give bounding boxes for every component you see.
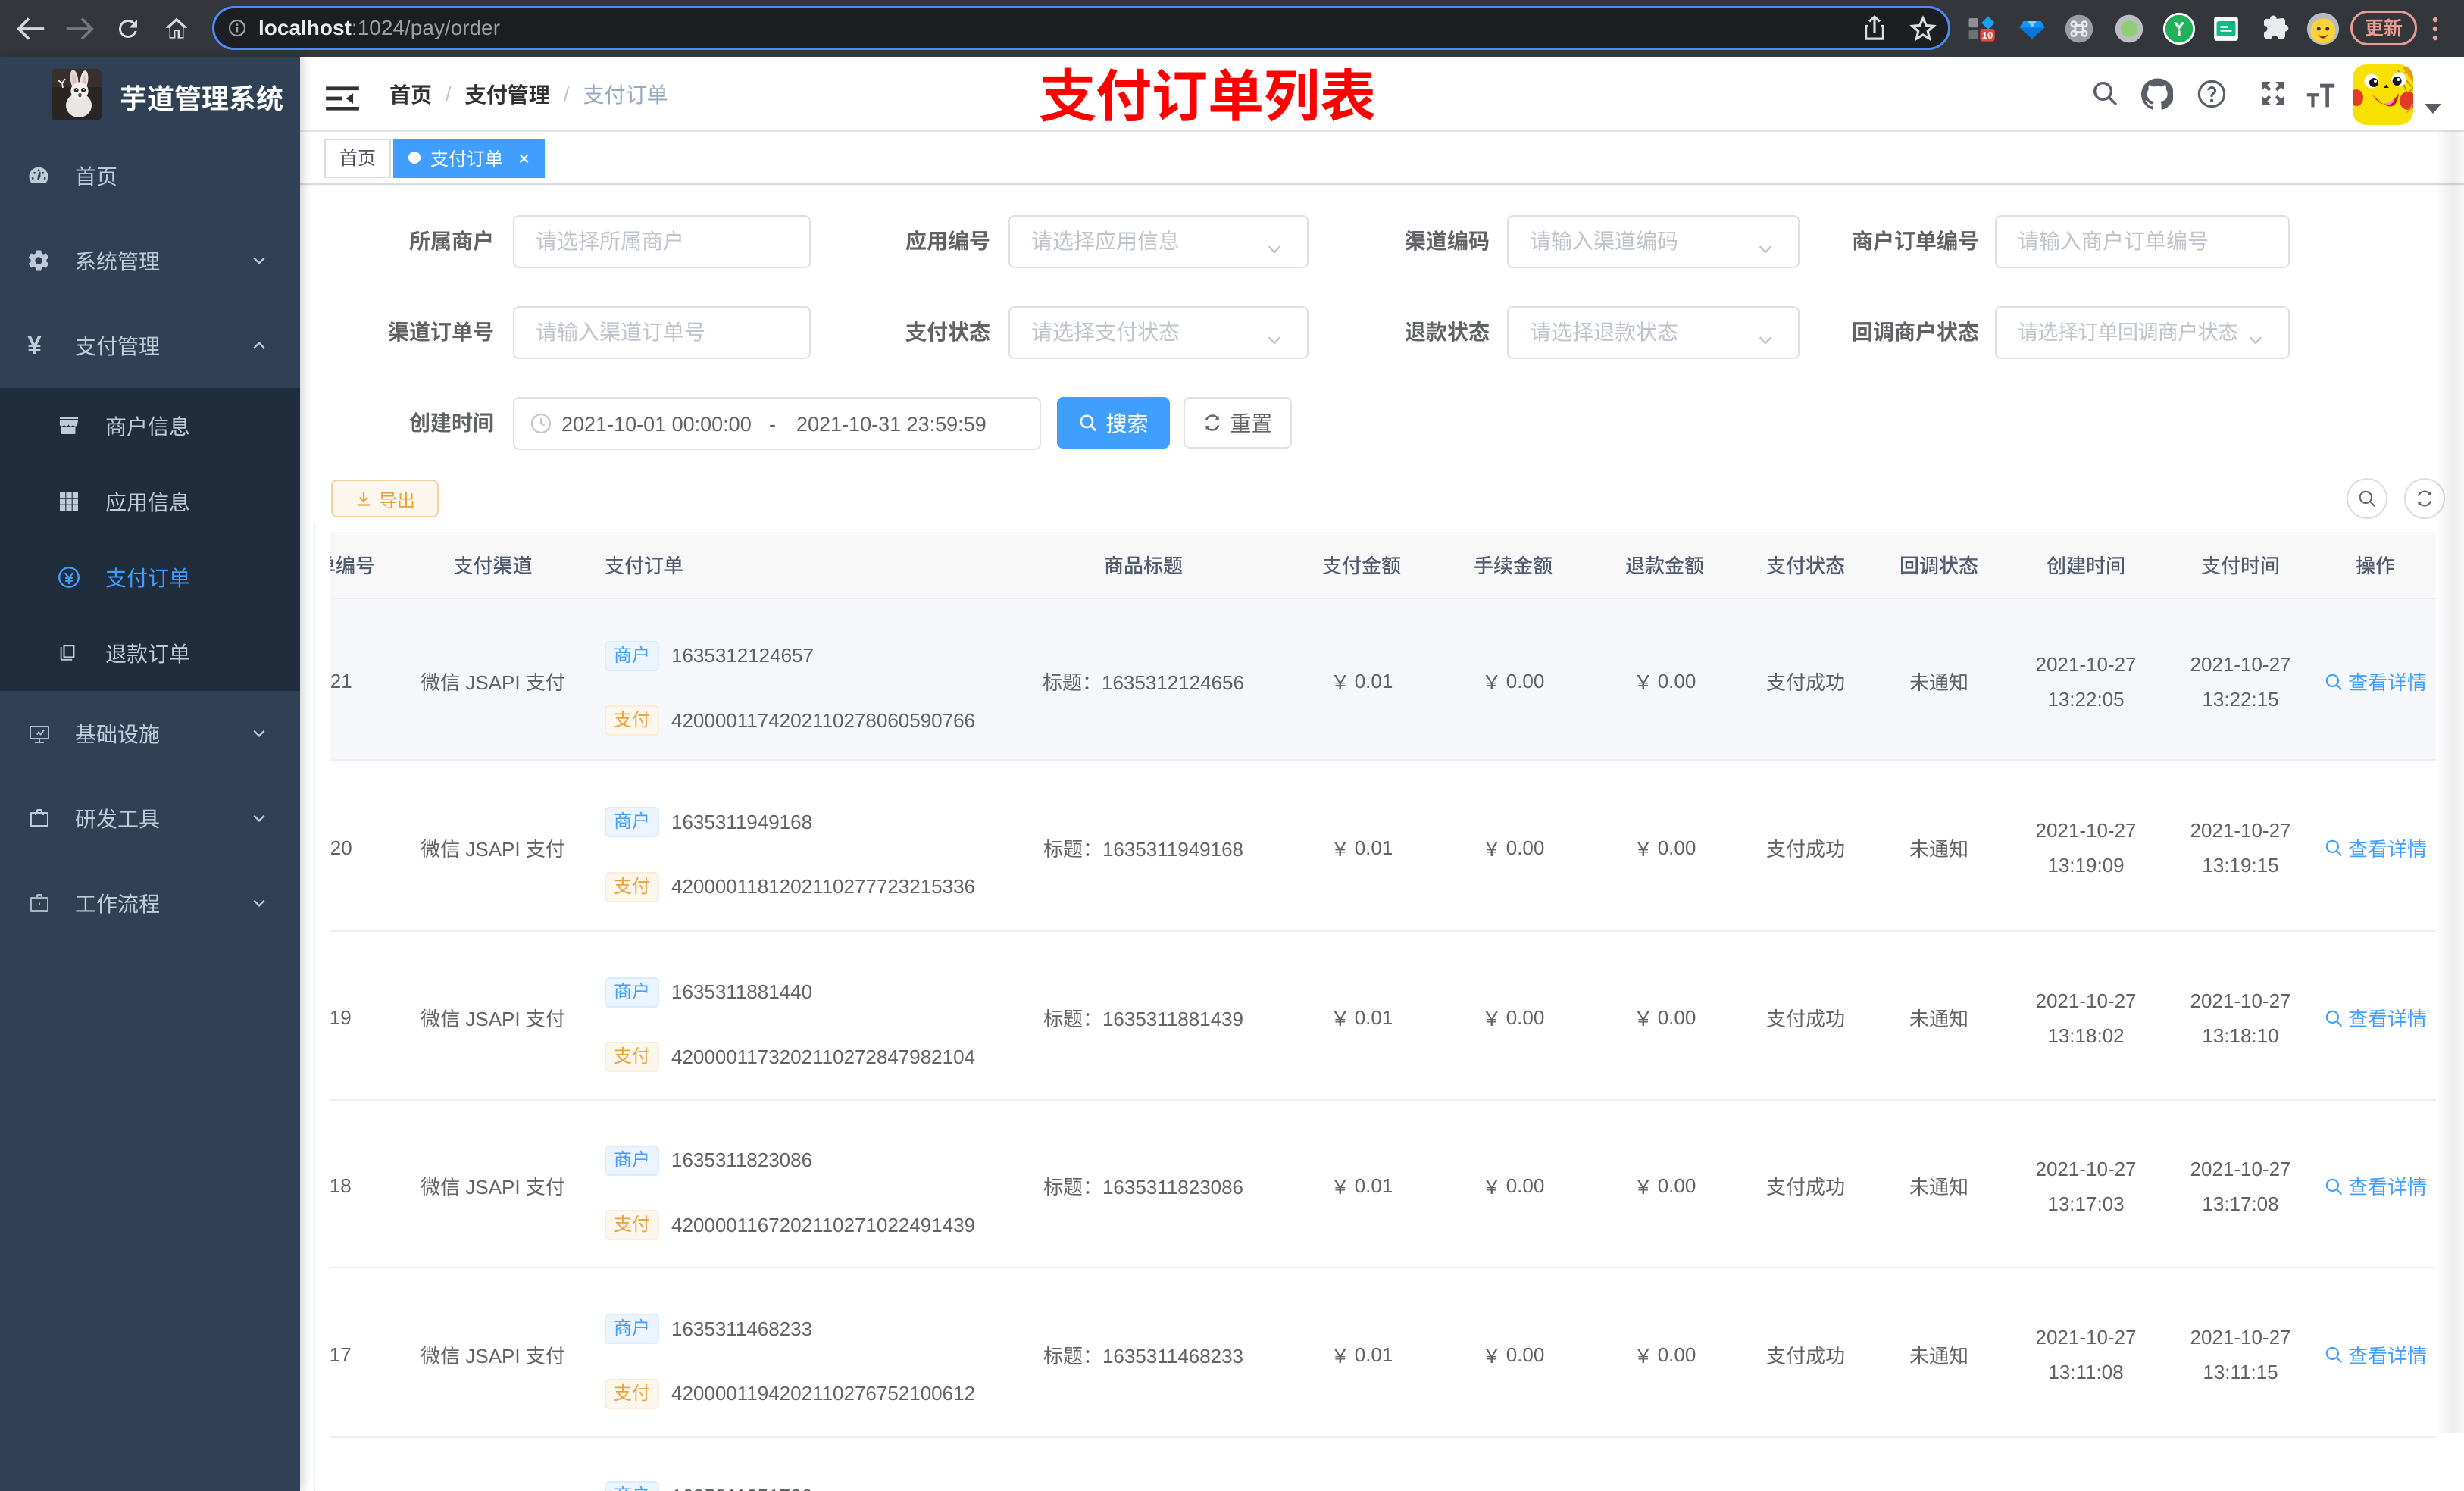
svg-text:10: 10 xyxy=(1982,30,1993,41)
